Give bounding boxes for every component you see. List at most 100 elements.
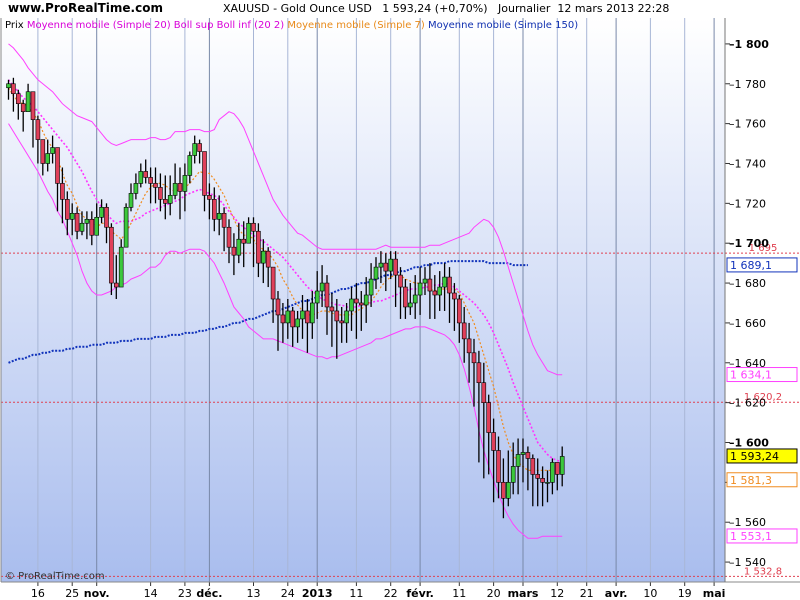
x-tick-label: 16 xyxy=(31,587,45,600)
x-tick-label: 24 xyxy=(281,587,295,600)
period: Journalier xyxy=(498,2,551,15)
x-tick-label: nov. xyxy=(84,587,110,600)
y-tick-label: –1 560 xyxy=(729,516,766,529)
candle-body xyxy=(491,432,496,451)
candle-body xyxy=(69,213,75,220)
candle-body xyxy=(314,290,320,304)
candle-body xyxy=(280,314,286,324)
candle-body xyxy=(339,320,345,324)
candle-body xyxy=(212,199,217,220)
candle-body xyxy=(510,466,516,483)
candle-body xyxy=(471,352,477,364)
candle-body xyxy=(187,155,193,176)
candle-body xyxy=(167,195,173,204)
candle-body xyxy=(55,147,60,184)
title-bar: www.ProRealTime.com XAUUSD - Gold Ounce … xyxy=(0,0,800,18)
candle-body xyxy=(295,318,300,328)
candle-body xyxy=(486,402,492,433)
price-change: 1 593,24 (+0,70%) xyxy=(382,2,488,15)
candle-body xyxy=(393,258,398,276)
candle-body xyxy=(300,310,305,320)
candle-body xyxy=(540,478,545,483)
x-axis: 16 25 nov. 14 23 déc. 13 24 2013 11 22 févr. 11 20 mar… xyxy=(31,582,726,600)
candle-body xyxy=(6,83,11,89)
candle-body xyxy=(138,171,144,184)
price-chart: 1 6951 620,21 532,8 –1 540–1 560–1 580–1… xyxy=(0,18,800,600)
y-tick-label: –1 700 xyxy=(729,237,769,250)
candle-body xyxy=(398,274,403,288)
candle-body xyxy=(334,310,340,322)
x-tick-label: 20 xyxy=(487,587,501,600)
candle-body xyxy=(505,482,511,499)
candle-body xyxy=(554,462,560,475)
candle-body xyxy=(285,310,291,324)
candle-body xyxy=(104,207,109,228)
legend-item: Prix xyxy=(5,20,24,31)
candle-body xyxy=(407,302,413,308)
chart-window: 1 6951 620,21 532,8 –1 540–1 560–1 580–1… xyxy=(0,0,800,600)
candle-body xyxy=(197,143,202,152)
candle-body xyxy=(344,310,349,324)
candle-body xyxy=(373,266,379,280)
candle-body xyxy=(349,298,354,312)
y-tick-label: –1 660 xyxy=(729,317,766,330)
candle-body xyxy=(246,222,251,244)
candle-body xyxy=(35,119,41,140)
candle-body xyxy=(388,258,394,272)
candle-body xyxy=(358,302,364,306)
candle-body xyxy=(143,171,148,178)
candle-body xyxy=(550,462,555,483)
y-tick-label: –1 800 xyxy=(729,38,769,51)
candle-body xyxy=(305,310,310,324)
candle-body xyxy=(383,262,389,272)
candle-body xyxy=(496,450,501,483)
candle-body xyxy=(427,278,433,292)
candle-body xyxy=(109,226,114,284)
candle-body xyxy=(466,338,472,354)
x-tick-label: 11 xyxy=(349,587,363,600)
candle-body xyxy=(559,456,565,475)
x-tick-label: 10 xyxy=(643,587,657,600)
legend-item: Boll sup Boll inf (20 2) xyxy=(171,20,285,31)
value-box-label: 1 581,3 xyxy=(730,474,772,487)
candle-body xyxy=(226,226,232,248)
value-box-label: 1 689,1 xyxy=(730,259,772,272)
candle-body xyxy=(447,276,452,294)
candle-body xyxy=(452,292,457,300)
candle-body xyxy=(368,278,374,296)
candle-body xyxy=(363,294,369,306)
candle-body xyxy=(476,362,482,384)
candle-body xyxy=(89,218,95,236)
legend-item: Moyenne mobile (Simple 20) xyxy=(24,20,171,31)
candle-body xyxy=(30,91,36,120)
x-tick-label: 13 xyxy=(247,587,261,600)
candle-body xyxy=(530,458,536,475)
candle-body xyxy=(114,282,119,288)
candle-body xyxy=(123,207,129,248)
candle-body xyxy=(251,222,256,232)
candle-body xyxy=(172,183,178,196)
candle-body xyxy=(442,276,447,288)
candle-body xyxy=(231,246,237,256)
x-tick-label: 12 xyxy=(550,587,564,600)
site-name[interactable]: www.ProRealTime.com xyxy=(8,1,163,15)
copyright: © ProRealTime.com xyxy=(5,571,105,582)
candle-body xyxy=(15,93,21,104)
candle-body xyxy=(65,199,70,220)
x-tick-label: déc. xyxy=(196,587,222,600)
candle-body xyxy=(202,151,207,196)
x-tick-label: 19 xyxy=(678,587,692,600)
x-tick-label: 25 xyxy=(65,587,79,600)
candle-body xyxy=(40,139,46,164)
candle-body xyxy=(525,452,531,459)
candle-body xyxy=(545,482,550,484)
candle-body xyxy=(45,153,51,164)
y-tick-label: –1 780 xyxy=(729,78,766,91)
candle-body xyxy=(11,83,16,95)
y-tick-label: –1 740 xyxy=(729,157,766,170)
candle-body xyxy=(50,147,55,154)
value-box-label: 1 634,1 xyxy=(730,369,772,382)
x-tick-label: mai xyxy=(703,587,726,600)
candle-body xyxy=(99,207,104,218)
chart-title: XAUUSD - Gold Ounce USD 1 593,24 (+0,70%… xyxy=(223,2,669,15)
